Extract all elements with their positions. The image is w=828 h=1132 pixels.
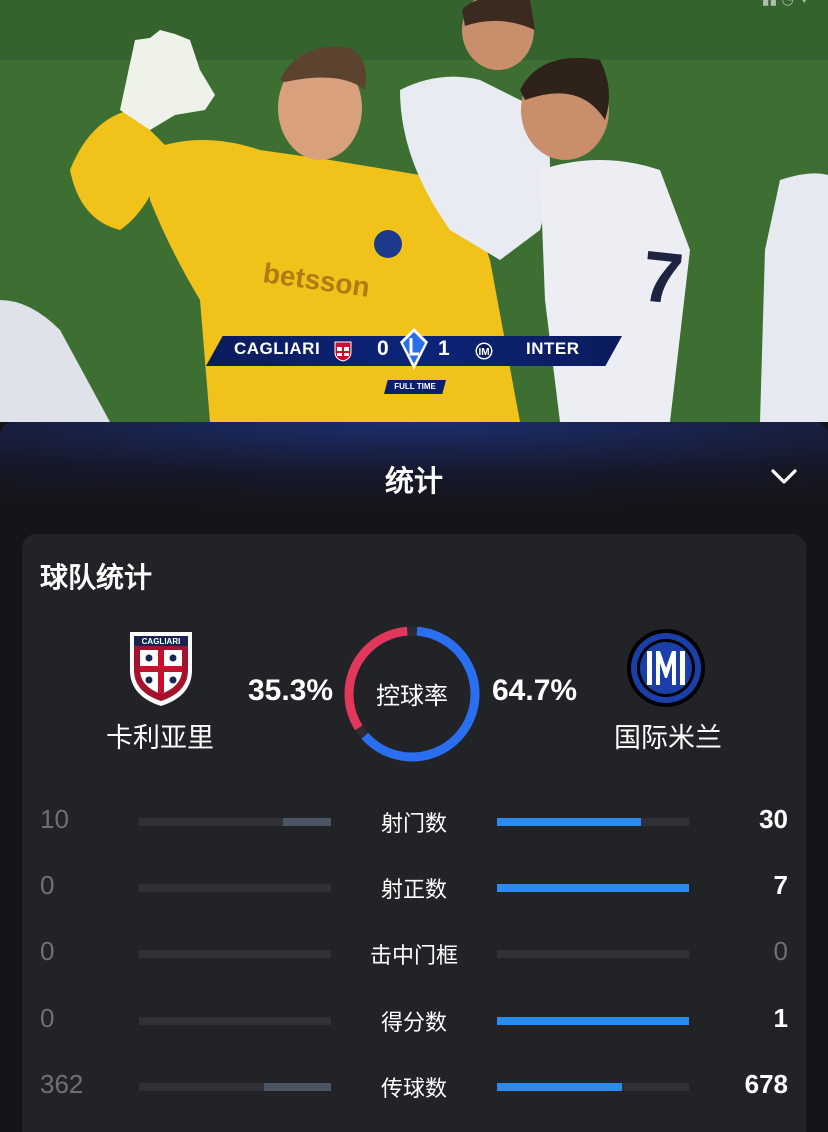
svg-text:CAGLIARI: CAGLIARI xyxy=(142,637,181,646)
scorebug-away-team: INTER xyxy=(526,339,580,358)
away-stat-value: 0 xyxy=(773,936,788,966)
svg-text:7: 7 xyxy=(638,236,686,320)
stat-label: 射正数 xyxy=(380,878,447,903)
home-stat-value: 10 xyxy=(40,804,69,834)
away-stat-track xyxy=(497,1017,689,1025)
home-possession: 35.3% xyxy=(248,674,334,707)
scorebug: CAGLIARI 0 1 IM INTER FULL TIME xyxy=(206,328,622,398)
home-stat-track xyxy=(139,884,331,892)
panel-title: 统计 xyxy=(384,464,443,498)
home-team-name: 卡利亚里 xyxy=(106,723,214,754)
home-stat-track xyxy=(139,1017,331,1025)
home-stat-track xyxy=(139,950,331,958)
away-stat-track xyxy=(497,884,689,892)
match-video[interactable]: betsson 7 ▮▮ ◔ ✦ CAGLIARI 0 1 IM INTER F… xyxy=(0,0,828,422)
home-stat-track xyxy=(139,1083,331,1091)
away-stat-value: 678 xyxy=(744,1069,788,1099)
away-team-name: 国际米兰 xyxy=(614,723,722,754)
away-stat-value: 1 xyxy=(773,1003,788,1033)
serie-a-logo-icon xyxy=(400,328,428,370)
status-corner-icons: ▮▮ ◔ ✦ xyxy=(761,0,810,8)
collapse-chevron-down-icon[interactable] xyxy=(768,460,800,492)
scorebug-away-score: 1 xyxy=(438,337,450,360)
stat-row-passes: 362 传球数 678 xyxy=(22,1067,806,1107)
away-stat-fill xyxy=(497,1083,623,1091)
home-stat-track xyxy=(139,818,331,826)
away-stat-value: 30 xyxy=(759,804,788,834)
inter-crest-small-icon: IM xyxy=(475,342,493,360)
home-stat-value: 0 xyxy=(40,1003,55,1033)
stat-row-goals: 0 得分数 1 xyxy=(22,1001,806,1041)
stat-label: 传球数 xyxy=(380,1077,447,1102)
possession-label: 控球率 xyxy=(376,682,448,710)
stat-row-woodwork: 0 击中门框 0 xyxy=(22,934,806,974)
scorebug-home-score: 0 xyxy=(377,337,389,360)
svg-text:IM: IM xyxy=(478,347,489,358)
away-stat-fill xyxy=(497,884,689,892)
stats-panel: 统计 球队统计 CAGLIARI 卡利亚里 35.3% 控球率 64.7% 国际… xyxy=(0,422,828,1132)
card-title: 球队统计 xyxy=(40,561,153,594)
scorebug-status: FULL TIME xyxy=(384,380,446,394)
home-stat-value: 0 xyxy=(40,870,55,900)
inter-crest-icon xyxy=(627,629,705,707)
away-stat-track xyxy=(497,950,689,958)
away-stat-value: 7 xyxy=(773,870,788,900)
stat-label: 击中门框 xyxy=(369,944,458,969)
stat-label: 射门数 xyxy=(380,812,447,837)
cagliari-crest-icon: CAGLIARI xyxy=(130,632,192,706)
away-stat-track xyxy=(497,1083,689,1091)
home-stat-value: 0 xyxy=(40,936,55,966)
scorebug-home-team: CAGLIARI xyxy=(234,339,321,358)
away-possession: 64.7% xyxy=(492,674,578,707)
cagliari-crest-small-icon xyxy=(334,341,352,362)
stat-row-shots: 10 射门数 30 xyxy=(22,802,806,842)
away-stat-fill xyxy=(497,1017,689,1025)
away-stat-track xyxy=(497,818,689,826)
team-stats-card: 球队统计 CAGLIARI 卡利亚里 35.3% 控球率 64.7% 国际米兰 … xyxy=(22,534,806,1132)
stat-label: 得分数 xyxy=(380,1011,447,1036)
stat-row-shots-on-target: 0 射正数 7 xyxy=(22,868,806,908)
home-stat-value: 362 xyxy=(40,1069,84,1099)
away-stat-fill xyxy=(497,818,641,826)
